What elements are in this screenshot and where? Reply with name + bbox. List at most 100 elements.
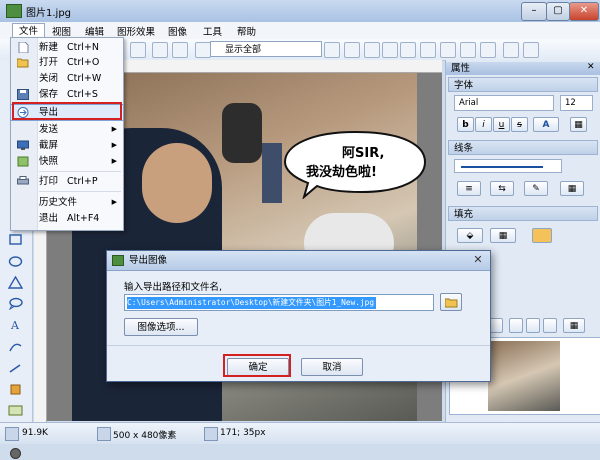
text-options-icon[interactable]: ▦ [570,117,587,132]
strike-button[interactable]: s [511,117,528,132]
dialog-close-icon[interactable]: ✕ [470,253,486,268]
menu-item-history[interactable]: 历史文件 ▶ [11,195,123,210]
triangle-tool-icon[interactable] [8,276,23,289]
export-path-value: C:\Users\Administrator\Desktop\新建文件夹\图片1… [127,297,377,309]
print-icon [17,176,29,185]
menu-item-send[interactable]: 发送 ▶ [11,122,123,137]
fill-section-header[interactable]: 填充 [448,206,598,221]
font-size-select[interactable]: 12 [560,95,593,111]
ungroup-icon[interactable] [523,42,539,58]
menu-item-screenshot[interactable]: 截屏 ▶ [11,138,123,153]
align-left-icon[interactable] [400,42,416,58]
menu-item-label: 截屏 [39,140,59,151]
menu-edit[interactable]: 编辑 [85,24,104,38]
menu-tools[interactable]: 工具 [203,24,222,38]
zoom-out-icon[interactable] [344,42,360,58]
dialog-title-bar: 导出图像 [107,251,490,271]
file-size-icon [5,427,19,441]
stamp-tool-icon[interactable] [8,447,23,460]
close-button[interactable]: ✕ [569,2,599,21]
line-tool-icon[interactable] [8,340,23,353]
arrange-icon-4[interactable] [543,318,557,333]
photographer-figure [222,103,262,163]
menu-image[interactable]: 图像 [168,24,187,38]
picture-tool-icon[interactable] [8,404,23,417]
group-icon[interactable] [503,42,519,58]
dialog-title: 导出图像 [129,255,168,266]
rectangle-tool-icon[interactable] [8,233,23,246]
menu-item-shortcut: Ctrl+O [67,57,100,68]
menu-item-label: 打印 [39,176,59,187]
minimize-button[interactable]: – [521,2,547,21]
italic-button[interactable]: i [475,117,492,132]
text-tool-icon[interactable]: A [8,318,23,331]
export-highlight-box [12,102,122,120]
line-options-icon[interactable]: ▦ [560,181,584,196]
font-name-select[interactable]: Arial [454,95,554,111]
arrange-more-icon[interactable]: ▦ [563,318,585,333]
bubble-text-line2: 我没劫色啦! [306,164,377,180]
arrange-icon-2[interactable] [509,318,523,333]
align-top-icon[interactable] [460,42,476,58]
panel-close-icon[interactable]: ✕ [587,62,595,72]
submenu-arrow-icon: ▶ [111,157,117,165]
menu-item-open[interactable]: 打开 Ctrl+O [11,55,123,70]
menu-graphic-effects[interactable]: 图形效果 [117,24,155,38]
menu-item-close[interactable]: 关闭 Ctrl+W [11,71,123,86]
ellipse-tool-icon[interactable] [8,255,23,268]
image-options-button[interactable]: 图像选项... [124,318,198,336]
fill-color-icon[interactable] [532,228,552,243]
align-right-icon[interactable] [440,42,456,58]
redo-icon[interactable] [172,42,188,58]
menu-item-shortcut: Ctrl+S [67,89,98,100]
export-path-input[interactable]: C:\Users\Administrator\Desktop\新建文件夹\图片1… [124,294,434,311]
file-size: 91.9K [22,428,48,438]
menu-item-snapshot[interactable]: 快照 ▶ [11,154,123,169]
line-width-icon[interactable]: ≡ [457,181,481,196]
text-color-button[interactable]: A [533,117,559,132]
callout-tool-icon[interactable] [8,297,23,310]
line-color-icon[interactable]: ✎ [524,181,548,196]
zoom-in-icon[interactable] [324,42,340,58]
snapshot-icon [17,156,29,167]
app-icon [6,4,22,18]
menu-item-shortcut: Ctrl+N [67,42,99,53]
fill-pattern-icon[interactable]: ▦ [490,228,516,243]
cancel-button[interactable]: 取消 [301,358,363,376]
menu-item-exit[interactable]: 退出 Alt+F4 [11,211,123,226]
speech-bubble: 阿SIR, 我没劫色啦! [283,130,427,199]
arrow-tool-icon[interactable] [8,362,23,375]
crop-icon[interactable] [195,42,211,58]
menu-item-print[interactable]: 打印 Ctrl+P [11,174,123,189]
menu-item-save[interactable]: 保存 Ctrl+S [11,87,123,102]
cursor-position-icon [204,427,218,441]
zoom-select[interactable]: 显示全部 [210,41,322,57]
menu-separator [39,191,121,192]
align-middle-icon[interactable] [480,42,496,58]
bystander-figure [262,143,282,203]
arrange-icon-1[interactable] [489,318,503,333]
cut-icon[interactable] [130,42,146,58]
arrange-icon-3[interactable] [526,318,540,333]
menu-item-shortcut: Alt+F4 [67,213,100,224]
line-section-header[interactable]: 线条 [448,140,598,155]
line-dash-icon[interactable]: ⇆ [490,181,514,196]
maximize-button[interactable]: ▢ [546,2,570,21]
menu-item-new[interactable]: 新建 Ctrl+N [11,40,123,55]
brush-tool-icon[interactable] [8,383,23,396]
line-style-select[interactable] [454,159,562,173]
menu-item-label: 退出 [39,213,59,224]
font-section-header[interactable]: 字体 [448,77,598,92]
fill-bucket-icon[interactable]: ⬙ [457,228,483,243]
underline-button[interactable]: u [493,117,510,132]
menu-view[interactable]: 视图 [52,24,71,38]
align-center-icon[interactable] [420,42,436,58]
undo-icon[interactable] [152,42,168,58]
zoom-actual-icon[interactable] [382,42,398,58]
submenu-arrow-icon: ▶ [111,198,117,206]
bold-button[interactable]: b [457,117,474,132]
browse-folder-button[interactable] [440,293,462,311]
zoom-fit-icon[interactable] [364,42,380,58]
menu-item-label: 历史文件 [39,197,78,208]
menu-help[interactable]: 帮助 [237,24,256,38]
